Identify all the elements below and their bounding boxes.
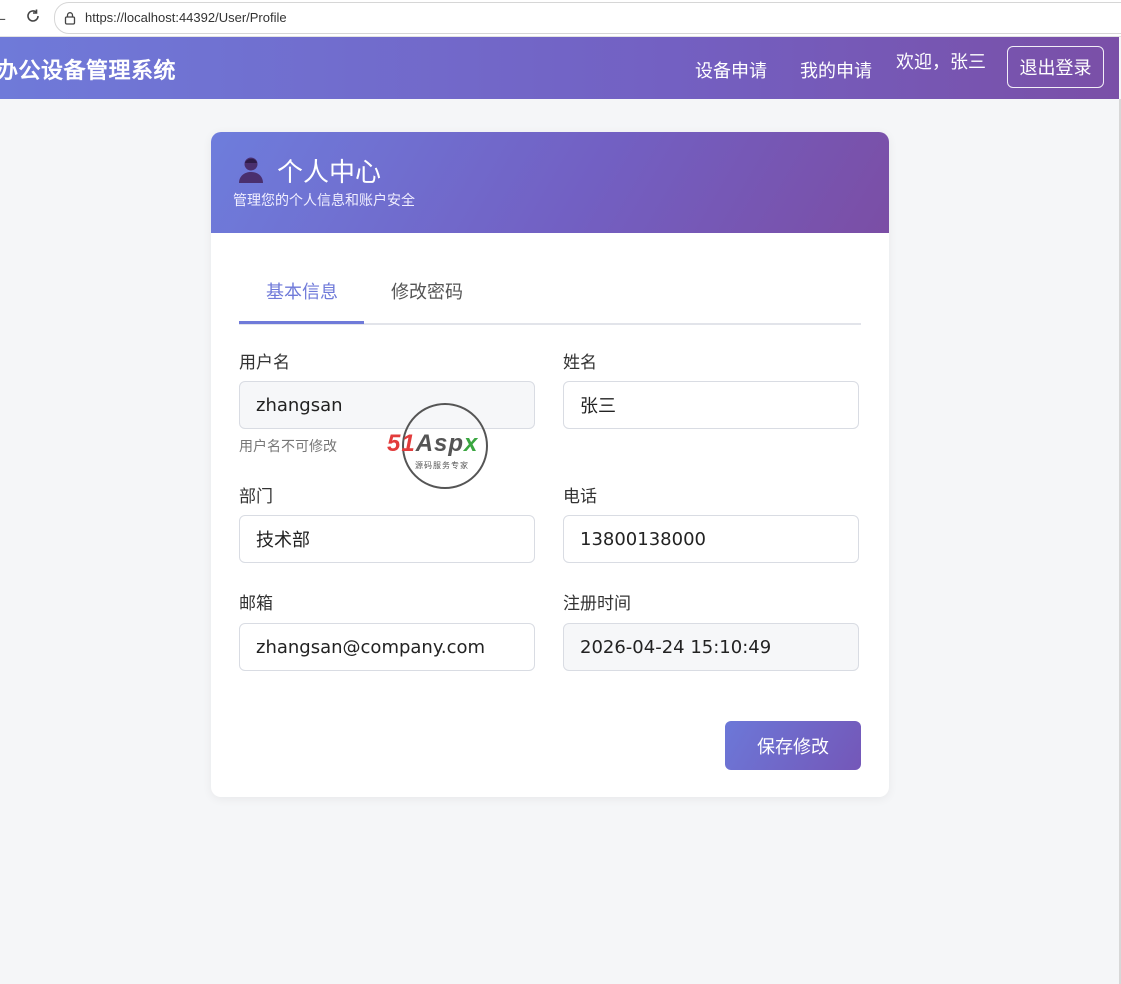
lock-icon [64,12,76,25]
department-field[interactable] [239,515,535,563]
nav-link-my-applications[interactable]: 我的申请 [800,57,872,83]
tab-basic-info[interactable]: 基本信息 [266,278,338,304]
browser-toolbar: – https://localhost:44392/User/Profile [0,0,1121,37]
address-bar[interactable]: https://localhost:44392/User/Profile [54,2,1121,34]
profile-card: 个人中心 管理您的个人信息和账户安全 基本信息 修改密码 用户名 用户名不可修改… [211,132,889,797]
watermark-logo: 51Aspx 源码服务专家 [385,402,515,494]
email-label: 邮箱 [239,594,273,614]
watermark-brand: 51Aspx [387,430,479,457]
logout-button[interactable]: 退出登录 [1007,46,1104,88]
tab-change-password[interactable]: 修改密码 [391,278,463,304]
page-subtitle: 管理您的个人信息和账户安全 [233,193,415,209]
save-button[interactable]: 保存修改 [725,721,861,770]
top-navbar: 办公设备管理系统 设备申请 我的申请 欢迎，张三 退出登录 [0,37,1119,99]
page-title: 个人中心 [277,158,382,188]
profile-tabs: 基本信息 修改密码 [239,266,861,325]
brand-title[interactable]: 办公设备管理系统 [0,53,176,85]
user-icon [239,157,263,183]
department-label: 部门 [239,487,273,507]
watermark-tagline: 源码服务专家 [415,461,469,470]
name-label: 姓名 [563,353,597,373]
profile-card-header: 个人中心 管理您的个人信息和账户安全 [211,132,889,233]
welcome-text: 欢迎，张三 [896,52,986,73]
name-field[interactable] [563,381,859,429]
username-hint: 用户名不可修改 [239,439,337,455]
username-label: 用户名 [239,353,290,373]
reload-icon[interactable] [24,7,42,25]
phone-field[interactable] [563,515,859,563]
nav-link-device-apply[interactable]: 设备申请 [695,57,767,83]
registered-time-label: 注册时间 [563,594,631,614]
email-field[interactable] [239,623,535,671]
back-arrow-icon[interactable]: – [0,9,6,28]
registered-time-field [563,623,859,671]
phone-label: 电话 [563,487,597,507]
active-tab-indicator [239,321,364,324]
url-text: https://localhost:44392/User/Profile [85,10,287,25]
